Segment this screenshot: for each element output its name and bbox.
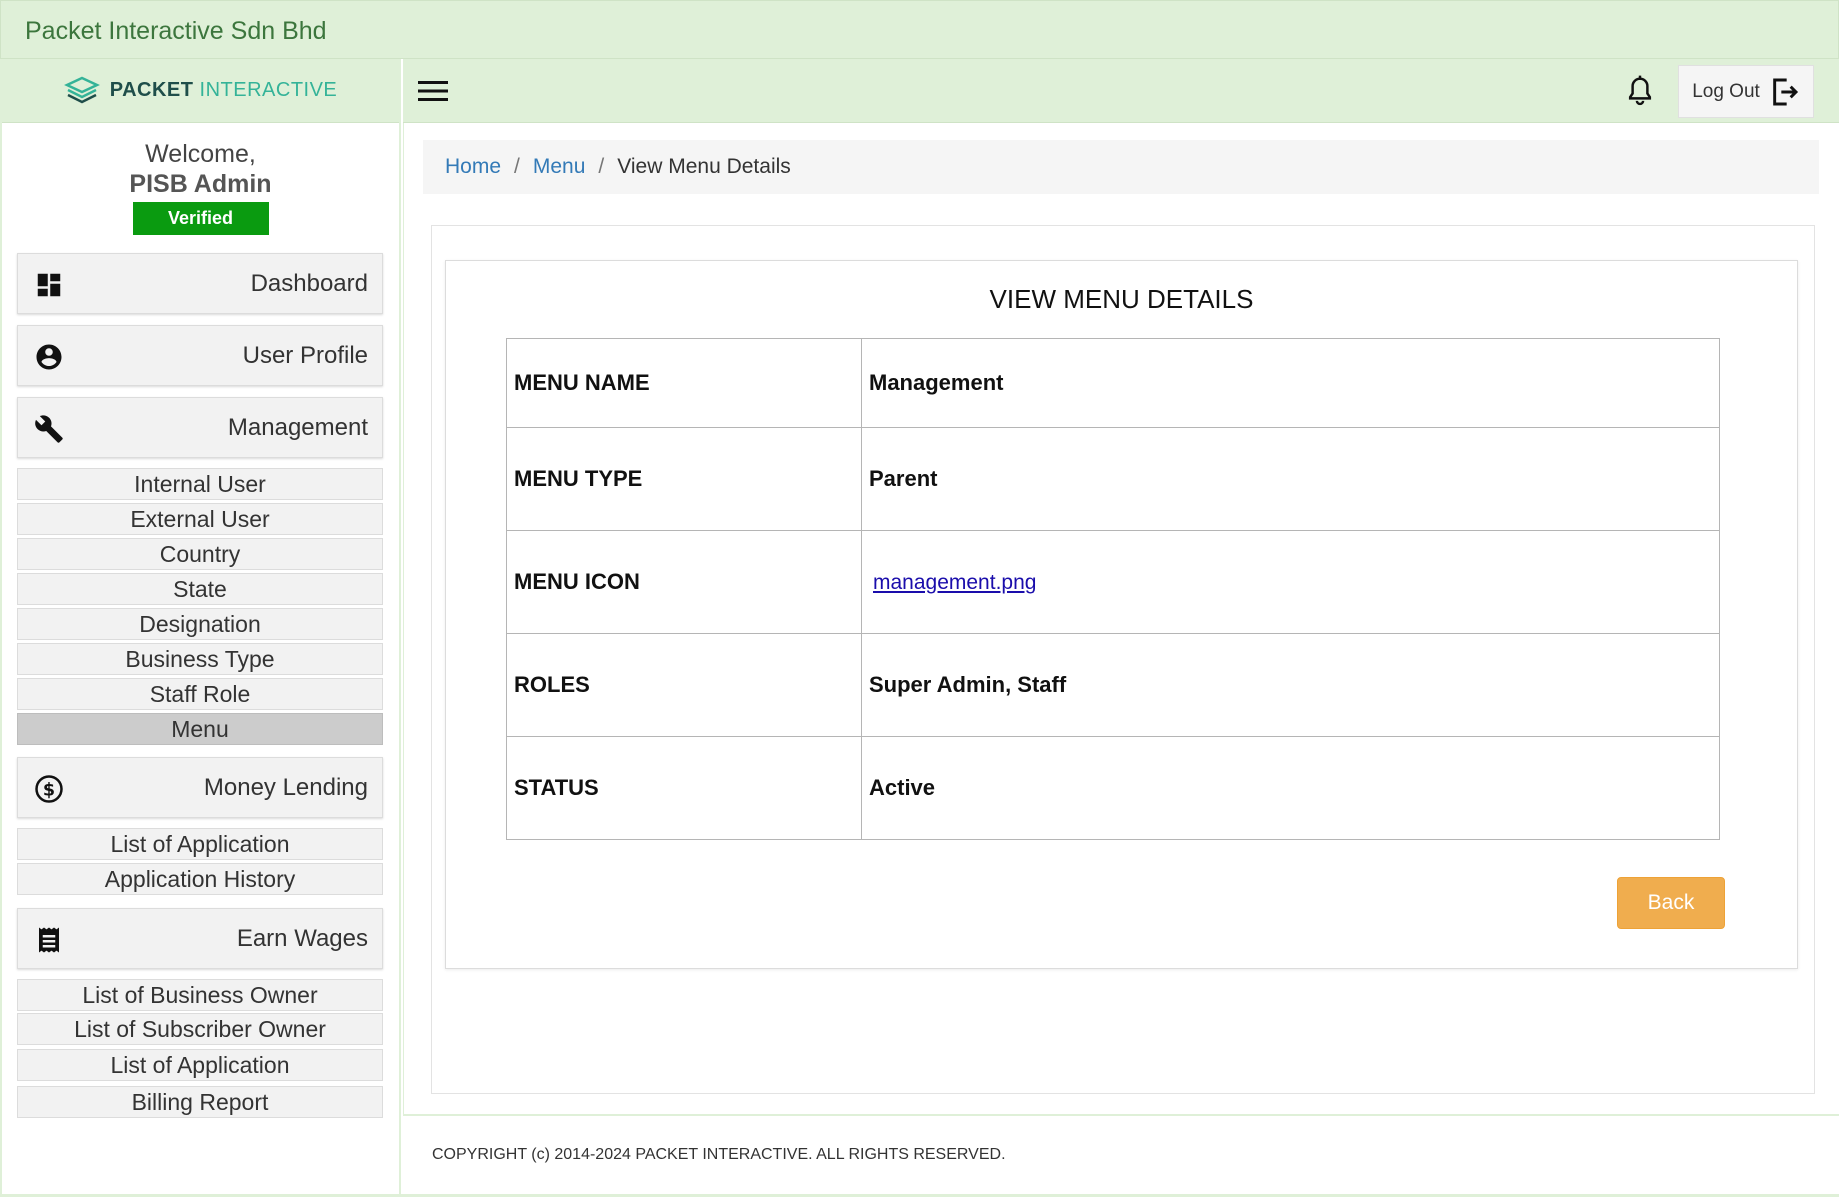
sidebar-subitem-state[interactable]: State [17, 573, 383, 605]
sidebar-subitem-billing-report[interactable]: Billing Report [17, 1086, 383, 1118]
sidebar-item-label: Earn Wages [236, 925, 368, 952]
sidebar-item-user-profile[interactable]: User Profile [17, 325, 383, 386]
page-title: VIEW MENU DETAILS [989, 284, 1254, 314]
row-key: MENU TYPE [506, 427, 862, 531]
table-row: MENU ICON management.png [506, 530, 1720, 634]
sidebar-subitem-list-of-application[interactable]: List of Application [17, 1049, 383, 1081]
row-value: Parent [861, 427, 1720, 531]
sidebar-item-earn-wages[interactable]: Earn Wages [17, 908, 383, 969]
row-key: MENU NAME [506, 338, 862, 428]
sidebar-subitem-country[interactable]: Country [17, 538, 383, 570]
wrench-icon [35, 415, 63, 443]
welcome-text: Welcome, [145, 140, 256, 168]
table-row: MENU NAME Management [506, 338, 1720, 428]
logout-icon [1772, 78, 1798, 105]
sidebar-item-label: Dashboard [250, 270, 368, 297]
row-value: Management [861, 338, 1720, 428]
sidebar-subitem-list-of-application[interactable]: List of Application [17, 828, 383, 860]
sidebar-subitem-staff-role[interactable]: Staff Role [17, 678, 383, 710]
row-value: Active [861, 736, 1720, 840]
sidebar-subitem-designation[interactable]: Designation [17, 608, 383, 640]
logout-button[interactable]: Log Out [1678, 65, 1814, 118]
row-key: MENU ICON [506, 530, 862, 634]
back-button[interactable]: Back [1617, 877, 1725, 929]
navbar: Log Out [403, 59, 1839, 123]
hamburger-menu-icon[interactable] [418, 80, 448, 102]
account-circle-icon [36, 344, 62, 370]
sidebar-item-label: Management [227, 414, 368, 441]
logout-label: Log Out [1692, 80, 1760, 102]
top-header-bar: Packet Interactive Sdn Bhd [0, 0, 1839, 59]
dashboard-icon [37, 273, 61, 297]
logo-text-light: INTERACTIVE [199, 79, 338, 101]
sidebar-subitem-list-of-business-owner[interactable]: List of Business Owner [17, 979, 383, 1011]
company-name: Packet Interactive Sdn Bhd [25, 17, 327, 45]
verified-badge: Verified [132, 202, 269, 235]
welcome-block: Welcome, PISB Admin Verified [2, 139, 399, 235]
sidebar-item-dashboard[interactable]: Dashboard [17, 253, 383, 314]
sidebar-item-label: User Profile [242, 342, 368, 369]
table-row: ROLES Super Admin, Staff [506, 633, 1720, 737]
user-name: PISB Admin [129, 170, 272, 198]
sidebar-subitem-internal-user[interactable]: Internal User [17, 468, 383, 500]
logo[interactable]: PACKET INTERACTIVE [2, 59, 399, 123]
breadcrumb-home[interactable]: Home [445, 155, 501, 178]
copyright-footer: COPYRIGHT (c) 2014-2024 PACKET INTERACTI… [432, 1146, 1006, 1163]
sidebar-subitem-application-history[interactable]: Application History [17, 863, 383, 895]
bell-icon[interactable] [1625, 75, 1655, 107]
receipt-icon [39, 927, 59, 953]
details-table: MENU NAME Management MENU TYPE Parent ME… [506, 338, 1720, 840]
sidebar-subitem-menu[interactable]: Menu [17, 713, 383, 745]
row-key: STATUS [506, 736, 862, 840]
sidebar-subitem-external-user[interactable]: External User [17, 503, 383, 535]
svg-text:$: $ [43, 780, 55, 800]
breadcrumb: Home / Menu / View Menu Details [423, 140, 1819, 194]
sidebar-subitem-list-of-subscriber-owner[interactable]: List of Subscriber Owner [17, 1013, 383, 1045]
menu-icon-file-link[interactable]: management.png [873, 571, 1036, 594]
sidebar-item-label: Money Lending [203, 774, 368, 801]
dollar-circle-icon: $ [35, 775, 63, 803]
table-row: MENU TYPE Parent [506, 427, 1720, 531]
row-key: ROLES [506, 633, 862, 737]
sidebar-subitem-business-type[interactable]: Business Type [17, 643, 383, 675]
logo-text-bold: PACKET [109, 79, 194, 101]
layers-logo-icon [63, 76, 100, 103]
breadcrumb-menu[interactable]: Menu [533, 155, 586, 178]
table-row: STATUS Active [506, 736, 1720, 840]
sidebar-item-management[interactable]: Management [17, 397, 383, 458]
sidebar-item-money-lending[interactable]: $ Money Lending [17, 757, 383, 818]
breadcrumb-current: View Menu Details [617, 155, 791, 178]
row-value: Super Admin, Staff [861, 633, 1720, 737]
